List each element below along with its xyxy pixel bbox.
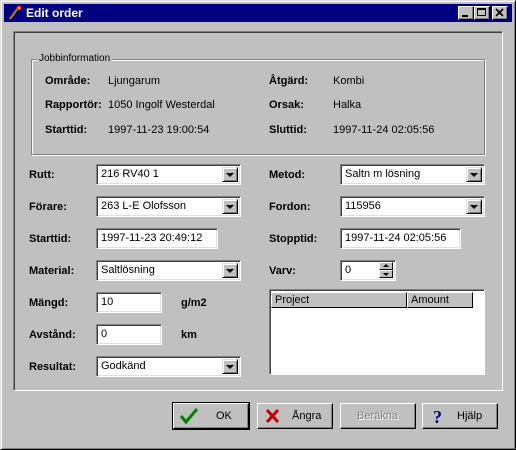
orsak-value: Halka bbox=[333, 99, 362, 111]
avstand-unit: km bbox=[181, 329, 197, 341]
metod-value: Saltn m lösning bbox=[345, 168, 421, 180]
material-dropdown-button[interactable] bbox=[222, 263, 238, 278]
resultat-value: Godkänd bbox=[101, 360, 146, 372]
minimize-icon bbox=[462, 15, 468, 17]
rutt-label: Rutt: bbox=[29, 169, 55, 181]
metod-dropdown-button[interactable] bbox=[466, 167, 482, 182]
varv-label: Varv: bbox=[269, 265, 296, 277]
hjalp-button[interactable]: ? Hjälp bbox=[422, 403, 498, 429]
varv-up-button[interactable] bbox=[379, 262, 393, 270]
angra-label: Ångra bbox=[292, 410, 322, 422]
atgard-label: Åtgärd: bbox=[269, 75, 309, 87]
close-button[interactable] bbox=[492, 6, 508, 20]
berakna-button[interactable]: Beräkna bbox=[340, 403, 416, 429]
omrade-label: Område: bbox=[45, 75, 91, 87]
starttid-value: 1997-11-23 20:49:12 bbox=[101, 232, 203, 244]
ok-label: OK bbox=[216, 410, 232, 422]
varv-value: 0 bbox=[345, 264, 352, 276]
metod-label: Metod: bbox=[269, 169, 306, 181]
help-question-icon: ? bbox=[433, 407, 442, 425]
close-icon bbox=[495, 8, 504, 17]
avstand-label: Avstånd: bbox=[29, 329, 76, 341]
starttid-label: Starttid: bbox=[29, 233, 72, 245]
material-value: Saltlösning bbox=[101, 264, 155, 276]
fordon-dropdown-button[interactable] bbox=[466, 199, 482, 214]
checkmark-icon bbox=[179, 408, 199, 425]
sluttid-value: 1997-11-24 02:05:56 bbox=[333, 124, 435, 136]
stopptid-value: 1997-11-24 02:05:56 bbox=[345, 232, 447, 244]
rapportor-label: Rapportör: bbox=[45, 99, 102, 111]
column-header-project[interactable]: Project bbox=[271, 292, 407, 308]
material-label: Material: bbox=[29, 265, 75, 277]
job-starttid-value: 1997-11-23 19:00:54 bbox=[108, 124, 210, 136]
title-bar[interactable]: Edit order bbox=[4, 4, 512, 22]
maximize-icon bbox=[477, 8, 486, 16]
berakna-label: Beräkna bbox=[357, 410, 398, 422]
starttid-input[interactable]: 1997-11-23 20:49:12 bbox=[96, 228, 218, 249]
mangd-label: Mängd: bbox=[29, 297, 69, 309]
sluttid-label: Sluttid: bbox=[269, 124, 307, 136]
mangd-unit: g/m2 bbox=[181, 297, 207, 309]
cancel-x-icon bbox=[265, 408, 280, 424]
rutt-dropdown-button[interactable] bbox=[222, 167, 238, 182]
varv-down-button[interactable] bbox=[379, 270, 393, 278]
svg-text:?: ? bbox=[433, 407, 442, 425]
maximize-button[interactable] bbox=[474, 6, 490, 20]
jobinfo-legend: Jobbinformation bbox=[37, 53, 113, 64]
orsak-label: Orsak: bbox=[269, 99, 304, 111]
forare-label: Förare: bbox=[29, 201, 67, 213]
job-starttid-label: Starttid: bbox=[45, 124, 88, 136]
avstand-input[interactable]: 0 bbox=[96, 324, 162, 345]
fordon-label: Fordon: bbox=[269, 201, 311, 213]
rutt-combobox[interactable]: 216 RV40 1 bbox=[96, 164, 241, 185]
hjalp-label: Hjälp bbox=[457, 410, 483, 422]
rutt-value: 216 RV40 1 bbox=[101, 168, 159, 180]
minimize-button[interactable] bbox=[458, 6, 474, 20]
forare-combobox[interactable]: 263 L-E Olofsson bbox=[96, 196, 241, 217]
fordon-value: 115956 bbox=[345, 200, 381, 212]
omrade-value: Ljungarum bbox=[108, 75, 160, 87]
ok-button[interactable]: OK bbox=[172, 402, 250, 430]
edit-order-window: Edit order Jobbinformation Område: Ljung… bbox=[0, 0, 516, 450]
column-header-amount[interactable]: Amount bbox=[407, 292, 473, 308]
project-list[interactable]: Project Amount bbox=[269, 289, 485, 375]
app-icon bbox=[9, 5, 22, 20]
material-combobox[interactable]: Saltlösning bbox=[96, 260, 241, 281]
resultat-dropdown-button[interactable] bbox=[222, 359, 238, 374]
mangd-value: 10 bbox=[101, 296, 114, 308]
rapportor-value: 1050 Ingolf Westerdal bbox=[108, 99, 215, 111]
window-title: Edit order bbox=[26, 6, 83, 20]
fordon-combobox[interactable]: 115956 bbox=[340, 196, 485, 217]
varv-spinner[interactable]: 0 bbox=[340, 260, 396, 281]
avstand-value: 0 bbox=[101, 328, 108, 340]
stopptid-input[interactable]: 1997-11-24 02:05:56 bbox=[340, 228, 461, 249]
resultat-label: Resultat: bbox=[29, 361, 77, 373]
stopptid-label: Stopptid: bbox=[269, 233, 318, 245]
angra-button[interactable]: Ångra bbox=[257, 403, 333, 429]
atgard-value: Kombi bbox=[333, 75, 365, 87]
metod-combobox[interactable]: Saltn m lösning bbox=[340, 164, 485, 185]
forare-value: 263 L-E Olofsson bbox=[101, 200, 186, 212]
forare-dropdown-button[interactable] bbox=[222, 199, 238, 214]
mangd-input[interactable]: 10 bbox=[96, 292, 162, 313]
resultat-combobox[interactable]: Godkänd bbox=[96, 356, 241, 377]
